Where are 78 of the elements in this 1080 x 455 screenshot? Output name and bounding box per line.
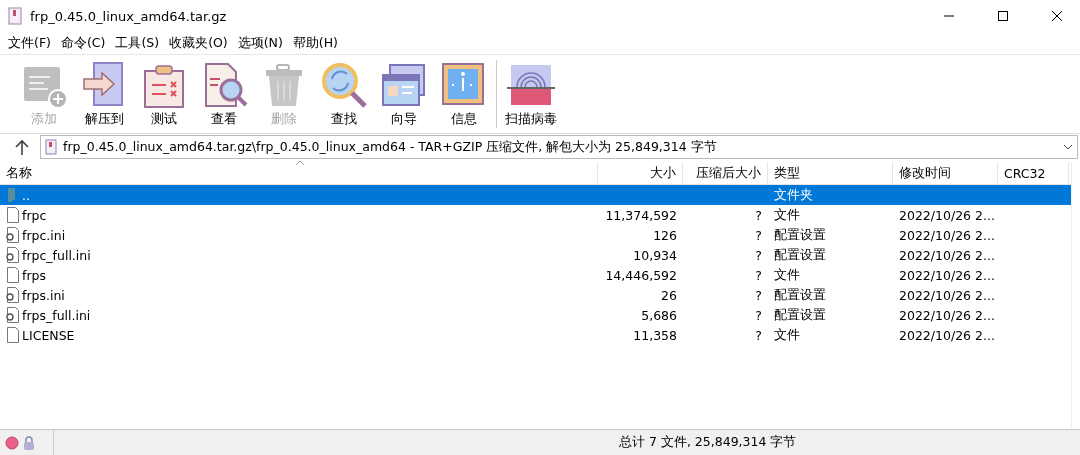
table-cell-text: 2022/10/26 2... (898, 207, 996, 223)
config-file-icon (6, 307, 19, 323)
menu-item[interactable]: 文件(F) (4, 34, 55, 52)
file-name[interactable]: frpc.ini (22, 227, 66, 243)
maximize-icon[interactable] (998, 11, 1008, 21)
menu-item[interactable]: 工具(S) (111, 34, 164, 52)
table-cell-text: 11,374,592 (604, 207, 678, 223)
table-cell-text: 2022/10/26 2... (898, 247, 996, 263)
address-field[interactable]: frp_0.45.0_linux_amd64.tar.gz\frp_0.45.0_linux_amd64 - TAR+GZIP 压缩文件, 解包大小为 25,849,314 字节 (40, 135, 1078, 159)
table-cell-text: 文件 (773, 266, 801, 284)
table-cell-text: 配置设置 (773, 306, 827, 324)
column-header[interactable]: 名称 (0, 162, 598, 184)
toolbar-button[interactable]: 信息 (434, 57, 494, 131)
table-cell-text: 文件夹 (773, 186, 814, 204)
table-cell-text: 5,686 (640, 307, 678, 323)
table-cell-text: ? (754, 307, 763, 323)
file-name[interactable]: frps.ini (22, 287, 65, 303)
config-file-icon (6, 247, 19, 263)
padlock-icon (23, 434, 35, 451)
column-header[interactable]: 修改时间 (893, 162, 998, 184)
table-cell-text: ? (754, 227, 763, 243)
file-icon (6, 327, 19, 343)
status-text: 总计 7 文件, 25,849,314 字节 (618, 434, 797, 451)
table-cell-text: 2022/10/26 2... (898, 287, 996, 303)
selected-row[interactable]: .. 文件夹 (0, 185, 1071, 205)
toolbar-button[interactable]: 向导 (374, 57, 434, 131)
toolbar-button[interactable]: 扫描病毒 (499, 57, 563, 131)
archive-icon (8, 7, 22, 25)
menu-item[interactable]: 命令(C) (56, 34, 110, 52)
file-name[interactable]: .. (22, 187, 30, 203)
table-cell-text: 文件 (773, 206, 801, 224)
column-header[interactable]: 压缩后大小 (683, 162, 768, 184)
dropdown-icon[interactable] (1063, 144, 1073, 150)
windows-icon (380, 61, 428, 109)
status-dot-icon (5, 435, 19, 450)
table-cell-text: 11,358 (632, 327, 678, 343)
menu-item[interactable]: 收藏夹(O) (165, 34, 232, 52)
table-cell-text: 2022/10/26 2... (898, 327, 996, 343)
column-header[interactable]: 类型 (768, 162, 893, 184)
table-cell-text: 14,446,592 (604, 267, 678, 283)
table-cell-text: 26 (660, 287, 678, 303)
column-header[interactable]: 大小 (598, 162, 683, 184)
table-cell-text: 配置设置 (773, 246, 827, 264)
menu-item[interactable]: 选项(N) (233, 34, 287, 52)
toolbar-button[interactable]: 查看 (194, 57, 254, 131)
table-cell-text: 2022/10/26 2... (898, 227, 996, 243)
sort-icon (296, 160, 304, 165)
up-arrow-icon[interactable] (15, 139, 29, 155)
file-icon (6, 267, 19, 283)
close-icon[interactable] (1052, 11, 1062, 21)
file-name[interactable]: LICENSE (22, 327, 75, 343)
config-file-icon (6, 227, 19, 243)
table-cell-text: ? (754, 287, 763, 303)
table-cell-text: 文件 (773, 326, 801, 344)
toolbar-button[interactable]: 解压到 (74, 57, 134, 131)
menu-item[interactable]: 帮助(H) (288, 34, 342, 52)
toolbar-button[interactable]: 查找 (314, 57, 374, 131)
table-cell-text: 配置设置 (773, 226, 827, 244)
file-icon (6, 207, 19, 223)
archive-icon (45, 139, 57, 155)
magnifier-icon (320, 61, 368, 109)
table-cell-text: 2022/10/26 2... (898, 267, 996, 283)
column-header[interactable]: CRC32 (998, 162, 1069, 184)
table-cell-text: 126 (652, 227, 678, 243)
file-name[interactable]: frps_full.ini (22, 307, 91, 323)
table-cell-text: ? (754, 327, 763, 343)
window-title: frp_0.45.0_linux_amd64.tar.gz (30, 8, 228, 24)
toolbar-button[interactable]: 测试 (134, 57, 194, 131)
table-cell-text: ? (754, 207, 763, 223)
table-cell-text: 配置设置 (773, 286, 827, 304)
file-name[interactable]: frps (22, 267, 46, 283)
table-cell-text: ? (754, 247, 763, 263)
table-cell-text: 10,934 (632, 247, 678, 263)
config-file-icon (6, 287, 19, 303)
file-name[interactable]: frpc_full.ini (22, 247, 91, 263)
file-name[interactable]: frpc (22, 207, 47, 223)
table-cell-text: 2022/10/26 2... (898, 307, 996, 323)
table-cell-text: ? (754, 267, 763, 283)
